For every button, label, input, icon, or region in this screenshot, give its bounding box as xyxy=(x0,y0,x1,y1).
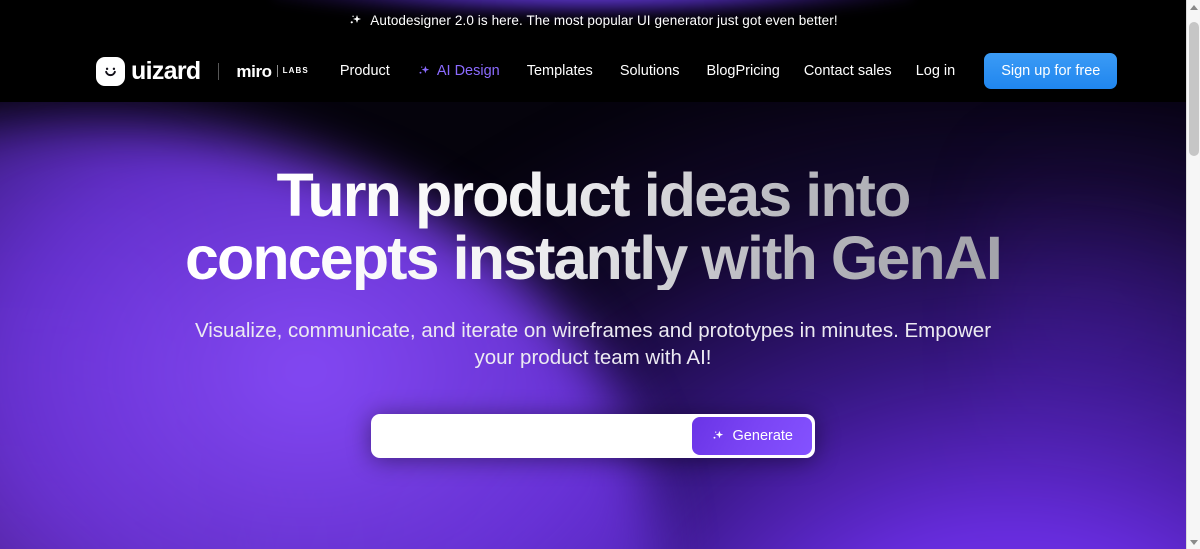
hero-headline-line-1: Turn product ideas into xyxy=(276,161,910,229)
uizard-smiley-logo-icon xyxy=(96,56,125,86)
nav-link-contact-sales[interactable]: Contact sales xyxy=(804,64,892,79)
primary-nav: Product AI Design Templates Solutions Bl… xyxy=(340,64,736,79)
uizard-wordmark: uizard xyxy=(131,56,201,85)
miro-wordmark: miro xyxy=(236,61,272,81)
scrollbar-thumb[interactable] xyxy=(1189,22,1199,156)
prompt-bar: Generate xyxy=(371,413,815,458)
prompt-input[interactable] xyxy=(374,416,692,455)
announcement-banner-content: Autodesigner 2.0 is here. The most popul… xyxy=(348,12,838,28)
nav-link-pricing[interactable]: Pricing xyxy=(736,64,780,79)
nav-link-blog[interactable]: Blog xyxy=(706,64,735,79)
hero-headline-line-2: concepts instantly with GenAI xyxy=(185,223,1001,292)
hero-subheadline: Visualize, communicate, and iterate on w… xyxy=(194,318,992,370)
sign-up-button[interactable]: Sign up for free xyxy=(984,53,1118,89)
miro-labs-label: LABS xyxy=(282,66,309,75)
generate-button[interactable]: Generate xyxy=(691,416,812,455)
page-root: Autodesigner 2.0 is here. The most popul… xyxy=(0,0,1200,549)
nav-link-solutions[interactable]: Solutions xyxy=(620,64,680,79)
vertical-scrollbar[interactable] xyxy=(1186,0,1200,549)
miro-labs-lockup[interactable]: miro LABS xyxy=(236,63,308,80)
sparkle-icon xyxy=(348,13,363,28)
secondary-nav: Pricing Contact sales Log in Sign up for… xyxy=(736,53,1118,89)
hero-section: Turn product ideas into concepts instant… xyxy=(0,102,1186,549)
miro-separator xyxy=(276,65,278,77)
nav-link-ai-design-label: AI Design xyxy=(436,62,500,79)
nav-link-ai-design[interactable]: AI Design xyxy=(417,64,500,79)
browser-viewport: Autodesigner 2.0 is here. The most popul… xyxy=(0,0,1186,549)
sparkle-icon xyxy=(711,429,725,443)
sparkle-icon xyxy=(417,64,431,78)
brand-lockup[interactable]: uizard miro LABS xyxy=(96,56,309,86)
nav-link-product[interactable]: Product xyxy=(340,64,390,79)
announcement-banner[interactable]: Autodesigner 2.0 is here. The most popul… xyxy=(0,0,1186,40)
hero-content: Turn product ideas into concepts instant… xyxy=(0,102,1186,458)
scrollbar-down-arrow-icon[interactable] xyxy=(1187,535,1200,549)
hero-headline: Turn product ideas into concepts instant… xyxy=(185,164,1001,290)
nav-link-log-in[interactable]: Log in xyxy=(916,64,956,79)
uizard-logo[interactable]: uizard xyxy=(96,56,201,86)
scrollbar-up-arrow-icon[interactable] xyxy=(1187,0,1200,14)
main-navbar: uizard miro LABS Product AI Design Templ… xyxy=(0,40,1186,102)
nav-link-templates[interactable]: Templates xyxy=(527,64,593,79)
announcement-banner-text: Autodesigner 2.0 is here. The most popul… xyxy=(370,12,838,28)
generate-button-label: Generate xyxy=(732,427,793,444)
brand-divider xyxy=(218,62,220,80)
